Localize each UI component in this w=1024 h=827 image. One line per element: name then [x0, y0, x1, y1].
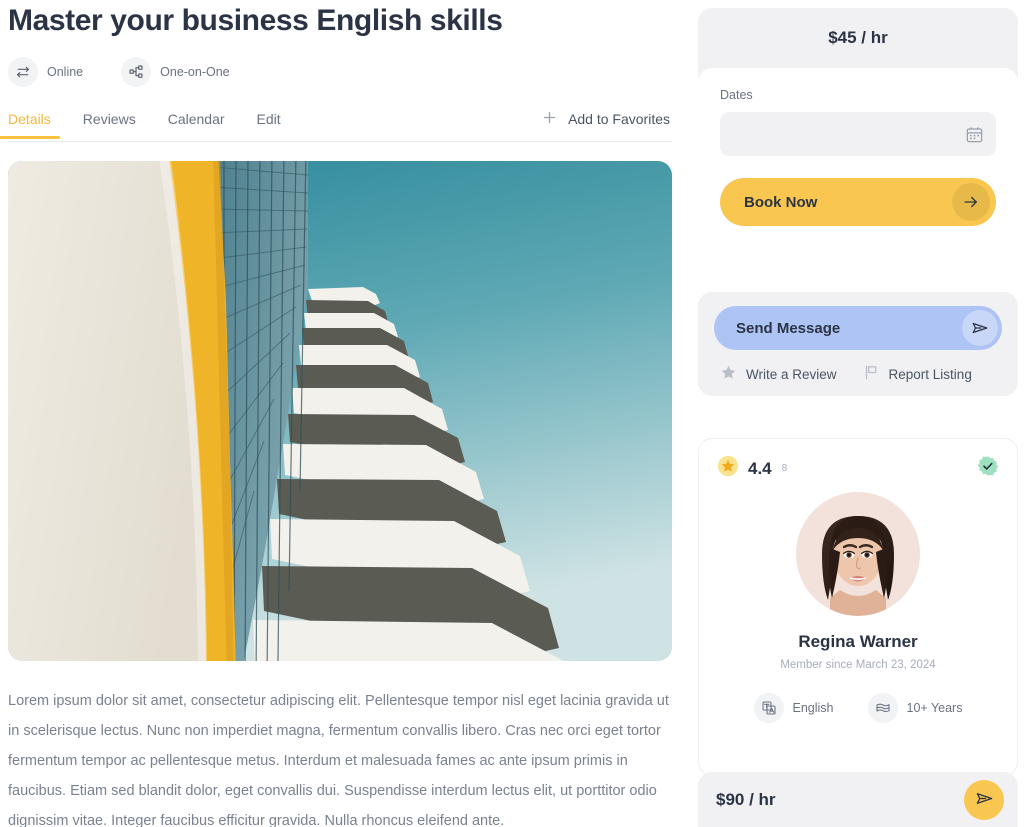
hero-image	[8, 161, 672, 661]
dates-input[interactable]	[732, 126, 965, 142]
message-card: Send Message Write a Review Report Listi…	[698, 292, 1018, 396]
add-to-favorites-button[interactable]: Add to Favorites	[541, 109, 672, 141]
attribute-experience-label: 10+ Years	[906, 701, 963, 715]
profile-header: 4.4 8	[717, 455, 999, 482]
language-icon	[753, 693, 784, 723]
booking-card: $45 / hr Dates Book Now	[698, 8, 1018, 248]
booking-price: $45 / hr	[828, 28, 888, 47]
tab-details[interactable]: Details	[0, 111, 60, 139]
arrow-right-icon	[952, 183, 990, 221]
write-review-label: Write a Review	[746, 366, 837, 382]
message-actions: Write a Review Report Listing	[714, 364, 1002, 384]
avatar	[796, 492, 920, 616]
send-message-label: Send Message	[736, 319, 841, 337]
bottom-send-button[interactable]	[964, 779, 1004, 820]
book-now-label: Book Now	[744, 193, 818, 211]
add-to-favorites-label: Add to Favorites	[568, 111, 670, 127]
plus-icon	[541, 109, 558, 129]
report-listing-button[interactable]: Report Listing	[863, 364, 972, 384]
member-since: Member since March 23, 2024	[780, 659, 936, 671]
star-badge-icon	[717, 455, 739, 482]
rating-block: 4.4 8	[717, 455, 787, 482]
report-listing-label: Report Listing	[888, 366, 972, 382]
avatar-container	[717, 492, 999, 616]
bottom-price: $90 / hr	[716, 789, 776, 809]
attribute-language-label: English	[792, 701, 834, 715]
star-icon	[720, 364, 737, 384]
dates-field[interactable]	[720, 112, 996, 156]
avatar-portrait	[796, 492, 920, 616]
tab-reviews[interactable]: Reviews	[83, 111, 136, 139]
dates-label: Dates	[720, 88, 753, 102]
meta-label-online: Online	[47, 65, 84, 79]
meta-item-online: Online	[8, 57, 83, 87]
paper-plane-icon	[962, 310, 998, 346]
book-now-button[interactable]: Book Now	[720, 178, 996, 226]
rating-count: 8	[781, 463, 788, 474]
attribute-experience: 10+ Years	[867, 693, 963, 723]
bottom-action-bar: $90 / hr	[698, 772, 1018, 827]
calendar-icon[interactable]	[965, 125, 984, 144]
send-message-button[interactable]: Send Message	[714, 306, 1002, 350]
profile-attributes: English 10+ Years	[717, 693, 999, 723]
flag-icon	[863, 364, 880, 384]
hierarchy-icon	[121, 57, 152, 87]
attribute-language: English	[753, 693, 834, 723]
profile-name: Regina Warner	[798, 632, 918, 651]
meta-item-one-on-one: One-on-One	[121, 57, 230, 87]
meta-label-one-on-one: One-on-One	[160, 65, 230, 79]
listing-page: Master your business English skills Onli…	[0, 0, 1024, 827]
main-content: Master your business English skills Onli…	[0, 0, 690, 827]
verified-badge-icon	[977, 455, 999, 482]
rating-value: 4.4	[748, 458, 772, 478]
tab-calendar[interactable]: Calendar	[168, 111, 225, 139]
listing-description: Lorem ipsum dolor sit amet, consectetur …	[8, 693, 669, 827]
tab-bar: Details Reviews Calendar Edit Add to Fav…	[0, 109, 672, 142]
booking-form: Dates Book Now	[698, 68, 1018, 248]
page-title: Master your business English skills	[8, 4, 503, 37]
hero-illustration	[8, 161, 672, 661]
tab-divider	[8, 141, 672, 142]
tab-edit[interactable]: Edit	[257, 111, 281, 139]
sidebar: $45 / hr Dates Book Now Send Message Wri…	[698, 0, 1024, 827]
paper-plane-icon	[975, 789, 994, 811]
tab-list: Details Reviews Calendar Edit Add to Fav…	[0, 109, 672, 141]
profile-card: 4.4 8 Regina Warner Member since March 2…	[698, 438, 1018, 776]
write-review-button[interactable]: Write a Review	[720, 364, 837, 384]
listing-meta: Online One-on-One	[8, 57, 672, 87]
experience-icon	[867, 693, 898, 723]
exchange-icon	[8, 57, 38, 87]
